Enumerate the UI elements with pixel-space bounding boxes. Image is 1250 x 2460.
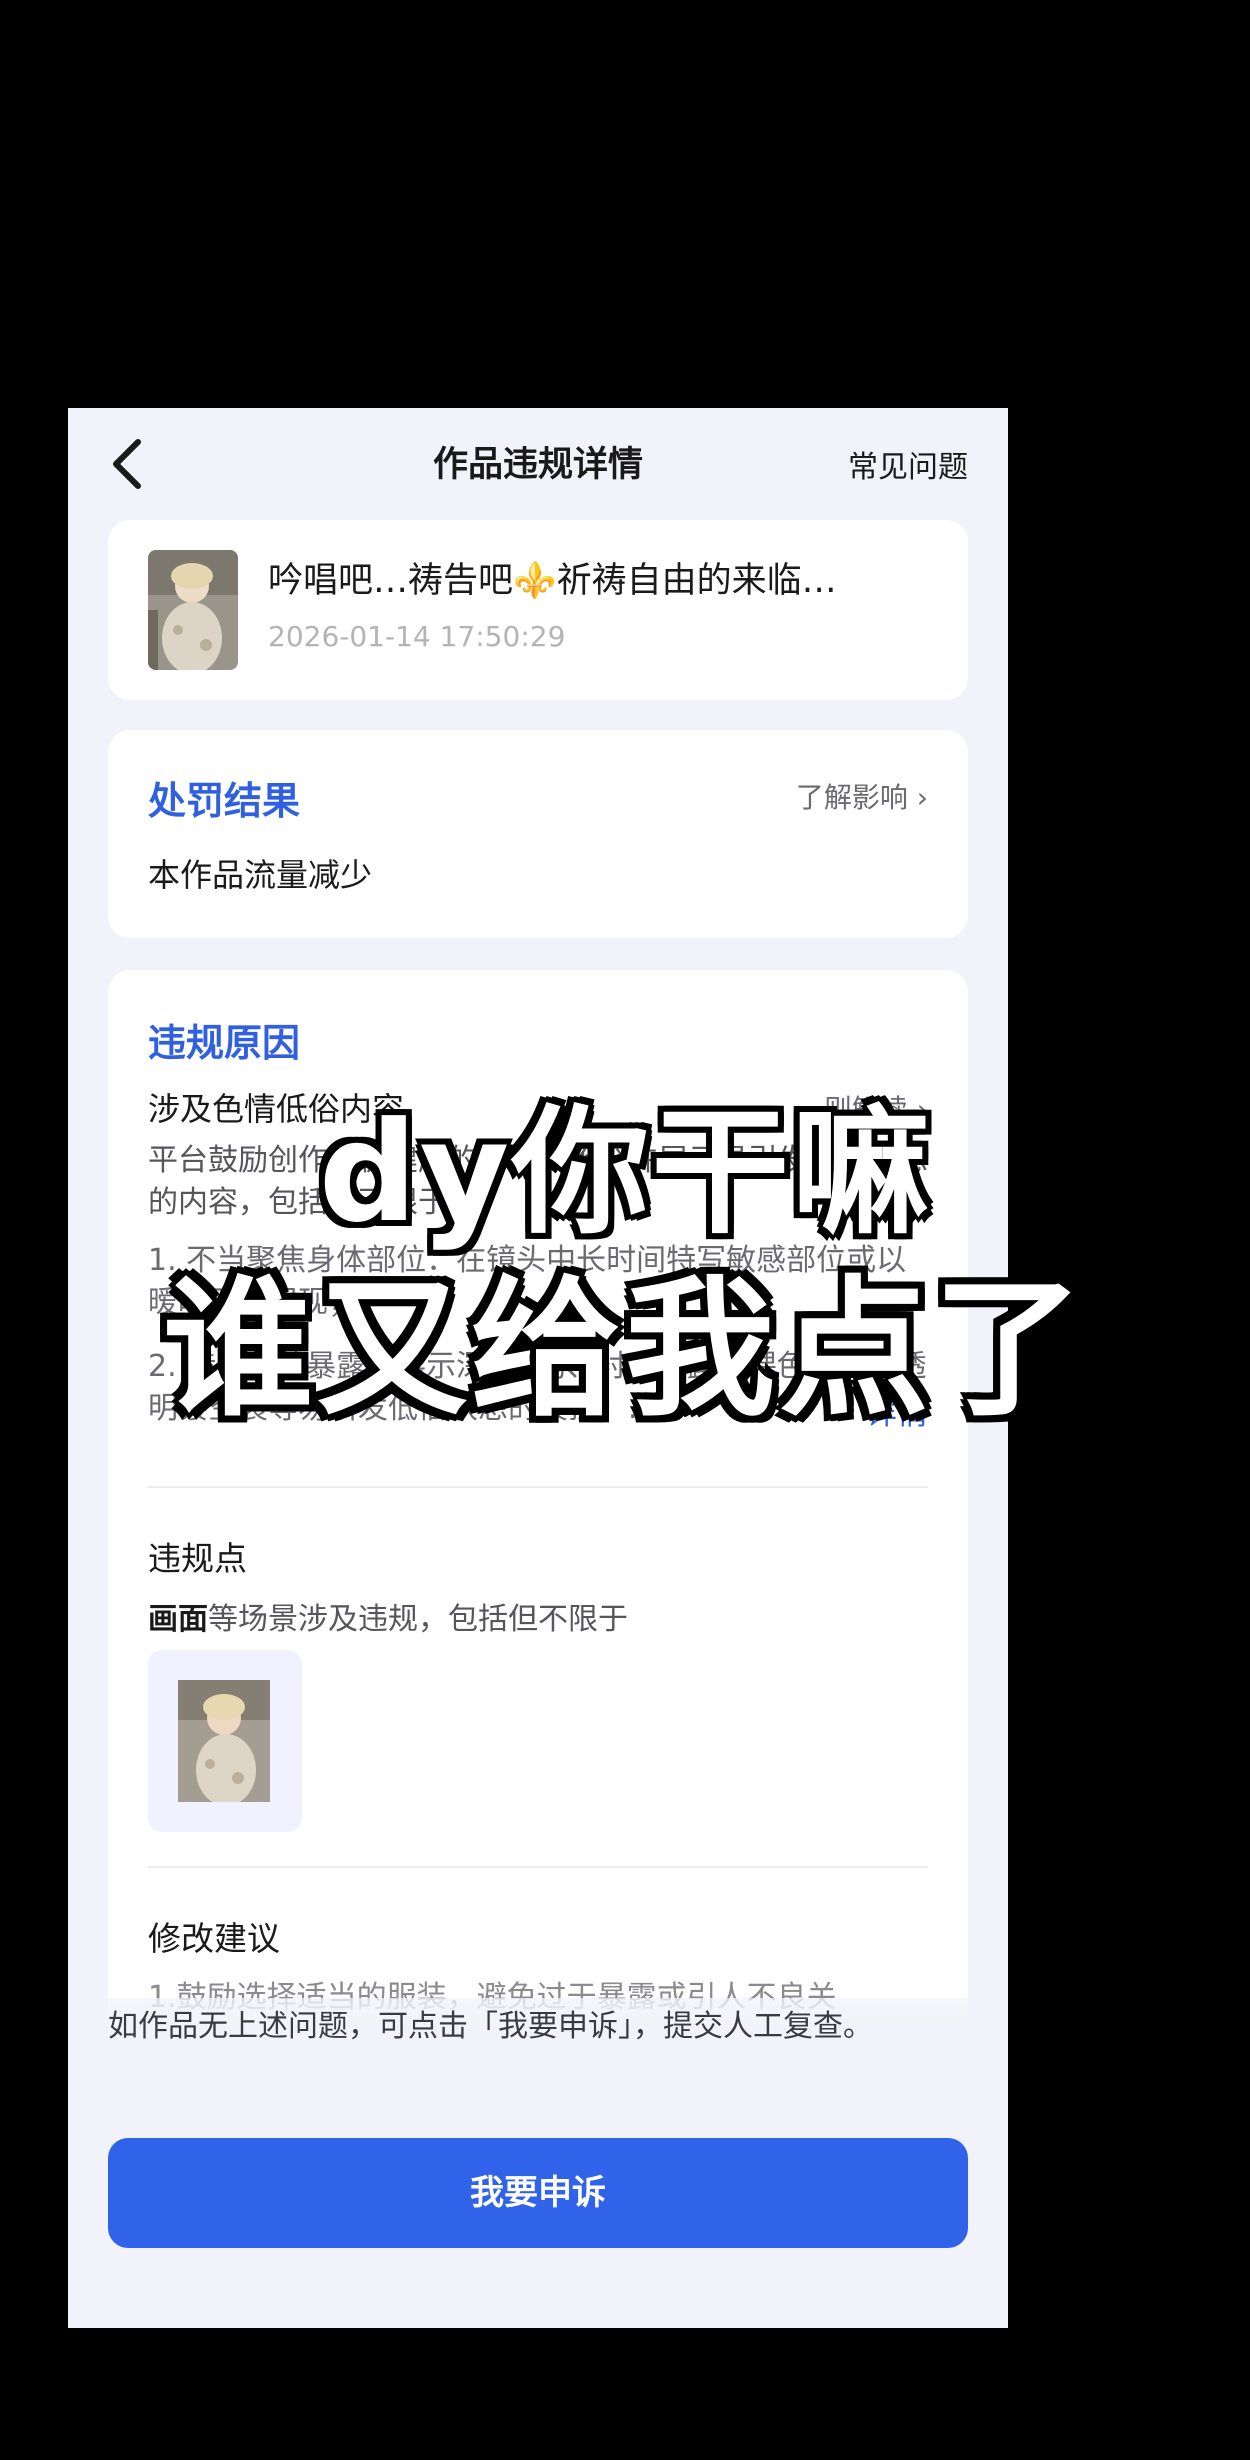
work-card[interactable]: 吟唱吧…祷告吧⚜️祈祷自由的来临… 2026-01-14 17:50:29 — [108, 520, 968, 700]
work-thumbnail — [148, 550, 238, 670]
violation-points-text: 画面等场景涉及违规，包括但不限于 — [148, 1594, 628, 1638]
points-body: 等场景涉及违规，包括但不限于 — [208, 1602, 628, 1637]
faq-link[interactable]: 常见问题 — [848, 442, 968, 486]
violation-description: 平台鼓励创作积极健康的作品，不允许展示易引发低俗联想的内容，包括但不限于： — [148, 1143, 928, 1220]
points-emphasis: 画面 — [148, 1602, 208, 1637]
work-title: 吟唱吧…祷告吧⚜️祈祷自由的来临… — [268, 561, 837, 601]
divider — [148, 1486, 928, 1488]
work-timestamp: 2026-01-14 17:50:29 — [268, 620, 566, 653]
suggestion-title: 修改建议 — [148, 1919, 280, 1958]
appeal-bar: 如作品无上述问题，可点击「我要申诉」，提交人工复查。 我要申诉 — [68, 1998, 1008, 2328]
violation-title: 违规原因 — [148, 1021, 301, 1065]
violation-frame-thumbnail — [178, 1680, 270, 1802]
appeal-hint: 如作品无上述问题，可点击「我要申诉」，提交人工复查。 — [108, 2009, 873, 2044]
learn-impact-link[interactable]: 了解影响 › — [796, 776, 928, 816]
violation-frame-card[interactable] — [148, 1650, 302, 1832]
rule-interpretation-link[interactable]: 则解读 › — [824, 1088, 928, 1128]
violation-item-2: 2. 涉及着装暴露：展示深V露沟、衬衣外露、裸色错觉、透明镂空装等易引发低俗联想… — [148, 1349, 927, 1426]
penalty-result: 本作品流量减少 — [148, 856, 373, 894]
penalty-card: 处罚结果 了解影响 › 本作品流量减少 — [108, 730, 968, 938]
violation-item-1: 1. 不当聚焦身体部位：在镜头中长时间特写敏感部位或以暧昧形式展现； — [148, 1243, 907, 1320]
nav-bar: 作品违规详情 常见问题 — [68, 408, 1008, 518]
divider — [148, 1866, 928, 1868]
app-screen: 作品违规详情 常见问题 吟唱吧…祷告吧⚜️祈祷自由的来临… 2026-01-14… — [68, 408, 1008, 2328]
detail-link[interactable]: 详情 — [866, 1388, 928, 1433]
violation-reason: 涉及色情低俗内容 — [148, 1090, 405, 1128]
penalty-title: 处罚结果 — [148, 779, 301, 823]
violation-points-title: 违规点 — [148, 1539, 247, 1578]
appeal-button[interactable]: 我要申诉 — [108, 2138, 968, 2248]
